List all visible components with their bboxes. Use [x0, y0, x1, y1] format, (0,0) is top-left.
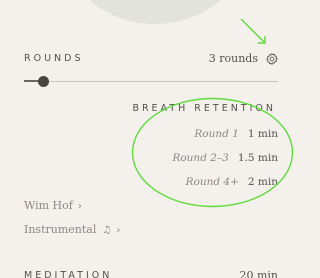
meditation-value[interactable]: 20 min [239, 269, 278, 278]
meditation-label: MEDITATION [24, 270, 113, 278]
annotation-arrow [240, 18, 266, 44]
breathing-settings-screen: ROUNDS 3 rounds BREATH RETENTION Round 1… [0, 0, 300, 278]
rounds-label: ROUNDS [24, 53, 84, 64]
session-circle [66, 0, 244, 24]
music-option-label: Instrumental [24, 223, 97, 236]
rounds-value[interactable]: 3 rounds [209, 52, 258, 65]
music-option-instrumental[interactable]: Instrumental ♫ › [24, 223, 120, 236]
gear-icon[interactable] [265, 52, 279, 66]
rounds-slider-thumb[interactable] [38, 76, 49, 87]
music-note-icon: ♫ [102, 225, 112, 236]
chevron-right-icon: › [116, 225, 121, 236]
rounds-slider-track[interactable] [24, 81, 278, 82]
chevron-right-icon: › [77, 201, 82, 212]
music-option-wim-hof[interactable]: Wim Hof › [24, 199, 82, 212]
annotation-ellipse [131, 97, 294, 208]
music-option-label: Wim Hof [24, 199, 73, 212]
